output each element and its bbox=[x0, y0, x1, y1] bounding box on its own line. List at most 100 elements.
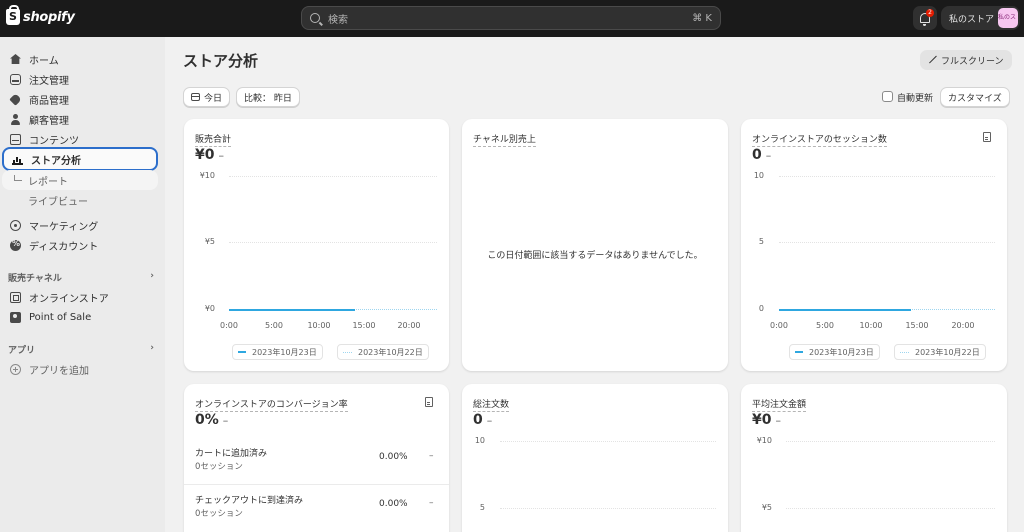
sidebar-item-live-view[interactable]: ライブビュー bbox=[2, 190, 158, 210]
card-value: ¥0– bbox=[195, 147, 224, 163]
card-value: 0– bbox=[473, 412, 492, 428]
button-label: 比較： 昨日 bbox=[244, 93, 292, 104]
value-text: ¥0 bbox=[195, 147, 215, 163]
gridline bbox=[786, 508, 995, 509]
gridline bbox=[500, 508, 716, 509]
sales-by-channel-card[interactable]: チャネル別売上 この日付範囲に該当するデータはありませんでした。 bbox=[462, 119, 728, 371]
legend-current: 2023年10月23日 bbox=[789, 344, 880, 360]
apps-heading[interactable]: アプリ › bbox=[8, 343, 154, 356]
store-icon bbox=[10, 291, 21, 303]
card-value: ¥0– bbox=[752, 412, 781, 428]
customize-button[interactable]: カスタマイズ bbox=[940, 87, 1010, 107]
sidebar-item-label: 顧客管理 bbox=[29, 115, 69, 127]
legend-label: 2023年10月22日 bbox=[358, 347, 423, 357]
x-tick: 15:00 bbox=[905, 321, 929, 330]
auto-refresh-checkbox[interactable] bbox=[882, 91, 893, 102]
person-icon bbox=[10, 113, 21, 125]
online-sessions-card[interactable]: オンラインストアのセッション数 0– 10 5 0 0:00 5:00 10:0… bbox=[741, 119, 1007, 371]
card-value: 0– bbox=[752, 147, 771, 163]
sidebar-item-online-store[interactable]: オンラインストア bbox=[2, 287, 158, 307]
legend-current: 2023年10月23日 bbox=[232, 344, 323, 360]
store-avatar: 私のストア bbox=[998, 8, 1018, 28]
content-icon bbox=[10, 133, 21, 145]
sidebar-item-label: マーケティング bbox=[29, 221, 99, 233]
value-text: 0% bbox=[195, 412, 219, 428]
document-icon[interactable] bbox=[425, 397, 433, 407]
legend-label: 2023年10月23日 bbox=[252, 347, 317, 357]
row-pct: 0.00% bbox=[379, 452, 408, 462]
row-label: カートに追加済み bbox=[195, 449, 268, 459]
sidebar-item-marketing[interactable]: マーケティング bbox=[2, 215, 158, 235]
change-text: – bbox=[222, 414, 229, 427]
sidebar-item-content[interactable]: コンテンツ bbox=[2, 129, 158, 149]
sidebar-item-point-of-sale[interactable]: Point of Sale bbox=[2, 307, 158, 327]
gridline bbox=[500, 441, 716, 442]
legend-label: 2023年10月22日 bbox=[915, 347, 980, 357]
sidebar-item-orders[interactable]: 注文管理 bbox=[2, 69, 158, 89]
gridline bbox=[779, 176, 995, 177]
y-tick: ¥10 bbox=[756, 436, 772, 445]
sidebar-item-reports[interactable]: レポート bbox=[2, 170, 158, 190]
sidebar-item-label: ホーム bbox=[29, 55, 59, 67]
sidebar-item-discounts[interactable]: ディスカウント bbox=[2, 235, 158, 255]
plus-circle-icon bbox=[10, 363, 21, 375]
fullscreen-button[interactable]: フルスクリーン bbox=[920, 50, 1012, 70]
logo-text: shopify bbox=[23, 9, 75, 25]
subitem-arrow-icon bbox=[14, 175, 22, 181]
avg-order-value-card[interactable]: 平均注文金額 ¥0– ¥10 ¥5 bbox=[741, 384, 1007, 532]
auto-refresh-label: 自動更新 bbox=[897, 94, 934, 104]
legend-previous: 2023年10月22日 bbox=[894, 344, 986, 360]
card-title: オンラインストアのコンバージョン率 bbox=[195, 397, 348, 412]
sidebar-item-customers[interactable]: 顧客管理 bbox=[2, 109, 158, 129]
sidebar-item-home[interactable]: ホーム bbox=[2, 49, 158, 69]
sales-channels-heading[interactable]: 販売チャネル › bbox=[8, 271, 154, 284]
value-text: 0 bbox=[473, 412, 483, 428]
x-tick: 5:00 bbox=[816, 321, 834, 330]
change-text: – bbox=[486, 414, 493, 427]
x-tick: 15:00 bbox=[352, 321, 376, 330]
sidebar-item-label: ディスカウント bbox=[29, 241, 99, 253]
compare-button[interactable]: 比較： 昨日 bbox=[236, 87, 300, 107]
date-range-button[interactable]: 今日 bbox=[183, 87, 231, 107]
document-icon[interactable] bbox=[983, 132, 991, 142]
search-placeholder: 検索 bbox=[328, 14, 348, 26]
card-title: オンラインストアのセッション数 bbox=[752, 132, 887, 147]
total-sales-card[interactable]: 販売合計 ¥0– ¥10 ¥5 ¥0 0:00 5:00 10:00 15:00… bbox=[184, 119, 449, 371]
row-label: チェックアウトに到達済み bbox=[195, 496, 304, 506]
total-orders-card[interactable]: 総注文数 0– 10 5 bbox=[462, 384, 728, 532]
sidebar-item-analytics[interactable]: ストア分析 bbox=[2, 147, 158, 171]
calendar-icon bbox=[191, 93, 200, 101]
tag-icon bbox=[9, 92, 22, 106]
chart-icon bbox=[12, 154, 23, 165]
button-label: フルスクリーン bbox=[941, 56, 1004, 67]
conversion-row: カートに追加済み 0セッション 0.00% – bbox=[184, 438, 449, 484]
discount-icon bbox=[10, 239, 21, 251]
x-tick: 20:00 bbox=[951, 321, 975, 330]
conversion-card[interactable]: オンラインストアのコンバージョン率 0% – カートに追加済み 0セッション 0.… bbox=[184, 384, 449, 532]
search-icon bbox=[310, 13, 320, 23]
x-tick: 5:00 bbox=[265, 321, 283, 330]
gridline bbox=[229, 176, 437, 177]
x-tick: 10:00 bbox=[307, 321, 331, 330]
card-value: 0% – bbox=[195, 412, 228, 428]
conversion-row: チェックアウトに到達済み 0セッション 0.00% – bbox=[184, 484, 449, 530]
page-title: ストア分析 bbox=[183, 52, 259, 70]
y-tick: 0 bbox=[758, 304, 764, 313]
section-label: 販売チャネル bbox=[8, 274, 62, 284]
sidebar-item-label: 商品管理 bbox=[29, 95, 69, 107]
y-tick: ¥5 bbox=[204, 237, 215, 246]
current-series-line bbox=[779, 309, 911, 311]
shopify-logo[interactable]: shopify bbox=[6, 5, 75, 25]
card-title: 販売合計 bbox=[195, 132, 232, 147]
change-text: – bbox=[775, 414, 781, 427]
notifications-button[interactable]: 2 bbox=[913, 6, 937, 30]
legend-swatch bbox=[795, 351, 803, 353]
sidebar-item-products[interactable]: 商品管理 bbox=[2, 89, 158, 109]
sidebar-item-label: ストア分析 bbox=[31, 155, 81, 167]
search-input[interactable]: 検索 ⌘ K bbox=[301, 6, 721, 30]
y-tick: ¥10 bbox=[199, 171, 215, 180]
add-app-button[interactable]: アプリを追加 bbox=[2, 359, 158, 379]
store-menu-button[interactable]: 私のストア 私のストア bbox=[941, 6, 1020, 30]
target-icon bbox=[10, 219, 21, 231]
change-text: – bbox=[765, 149, 772, 162]
